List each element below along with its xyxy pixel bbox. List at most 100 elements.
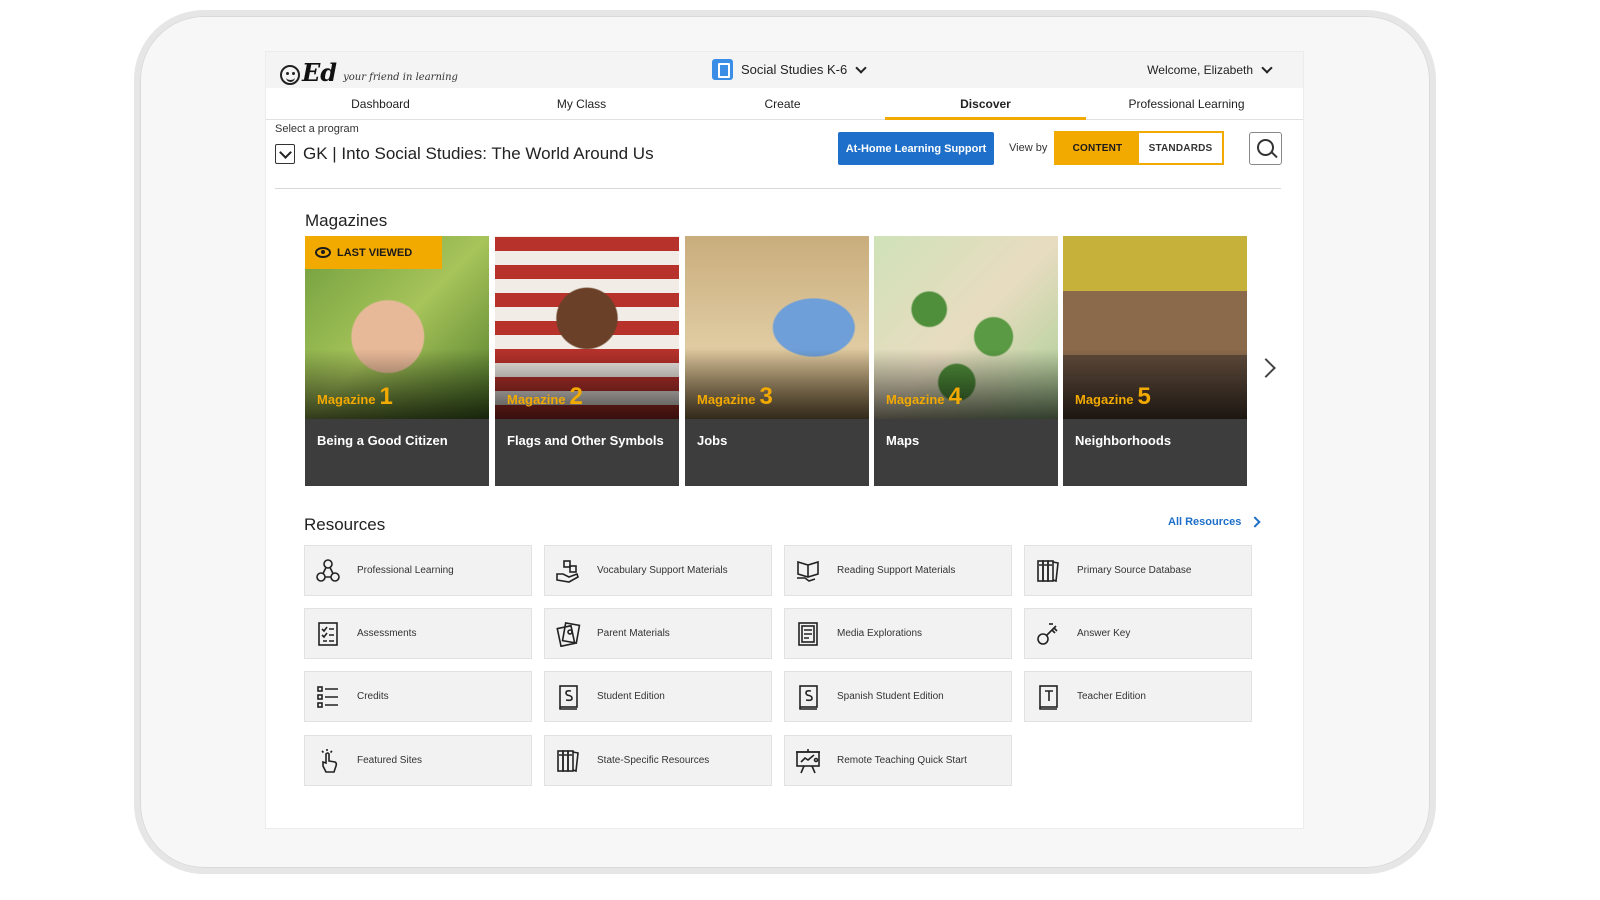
resource-tile-state-specific[interactable]: State-Specific Resources: [544, 735, 772, 786]
tab-create[interactable]: Create: [682, 88, 883, 120]
divider: [275, 188, 1281, 189]
eye-icon: [315, 247, 331, 258]
program-dropdown[interactable]: GK | Into Social Studies: The World Arou…: [275, 144, 654, 164]
magazine-title: Being a Good Citizen: [317, 433, 448, 448]
tab-discover[interactable]: Discover: [885, 88, 1086, 120]
search-button[interactable]: [1249, 132, 1282, 165]
magazine-card[interactable]: Magazine 5 Neighborhoods: [1063, 236, 1247, 486]
resource-label: Featured Sites: [357, 755, 423, 766]
tab-my-class[interactable]: My Class: [481, 88, 682, 120]
magazine-title: Flags and Other Symbols: [507, 433, 664, 448]
magazine-number: 2: [569, 383, 583, 410]
resource-label: Remote Teaching Quick Start: [837, 755, 967, 766]
resource-label: Credits: [357, 691, 389, 702]
resource-tile-featured-sites[interactable]: Featured Sites: [304, 735, 532, 786]
subject-book-icon: [712, 59, 733, 80]
resource-tile-teacher-edition[interactable]: Teacher Edition: [1024, 671, 1252, 722]
hand-blocks-icon: [556, 559, 579, 583]
book-t-icon: [1039, 684, 1058, 710]
tab-dashboard[interactable]: Dashboard: [280, 88, 481, 120]
magazine-word: Magazine: [507, 392, 566, 407]
user-menu[interactable]: Welcome, Elizabeth: [1147, 62, 1273, 77]
key-icon: [1037, 622, 1058, 645]
smiley-logo-icon: [280, 65, 300, 85]
magazine-label: Magazine 1: [317, 383, 393, 411]
resource-tile-spanish-student-edition[interactable]: Spanish Student Edition: [784, 671, 1012, 722]
resource-label: State-Specific Resources: [597, 755, 710, 766]
all-resources-link[interactable]: All Resources: [1168, 516, 1262, 528]
welcome-text: Welcome, Elizabeth: [1147, 63, 1253, 77]
magazine-word: Magazine: [697, 392, 756, 407]
app-screen: Ed your friend in learning Social Studie…: [265, 51, 1304, 829]
resource-tile-primary-source[interactable]: Primary Source Database: [1024, 545, 1252, 596]
ed-logo[interactable]: Ed your friend in learning: [280, 57, 458, 85]
presentation-icon: [796, 748, 820, 773]
resource-tile-assessments[interactable]: Assessments: [304, 608, 532, 659]
view-standards-button[interactable]: STANDARDS: [1139, 133, 1222, 163]
tab-professional-learning[interactable]: Professional Learning: [1086, 88, 1287, 120]
resource-tile-media-explorations[interactable]: Media Explorations: [784, 608, 1012, 659]
books-icon: [1037, 559, 1059, 582]
resource-label: Parent Materials: [597, 628, 670, 639]
last-viewed-label: LAST VIEWED: [337, 246, 413, 259]
top-bar: Ed your friend in learning Social Studie…: [266, 52, 1303, 88]
all-resources-label: All Resources: [1168, 516, 1242, 528]
magazine-number: 5: [1137, 383, 1151, 410]
logo-tagline: your friend in learning: [343, 72, 458, 83]
resource-label: Assessments: [357, 628, 417, 639]
resource-label: Student Edition: [597, 691, 665, 702]
subject-selector[interactable]: Social Studies K-6: [712, 59, 867, 80]
books-icon: [557, 749, 579, 772]
resource-label: Teacher Edition: [1077, 691, 1146, 702]
magazine-label: Magazine 5: [1075, 383, 1151, 411]
magazine-number: 3: [759, 383, 773, 410]
view-content-button[interactable]: CONTENT: [1056, 133, 1139, 163]
book-s-icon: [799, 684, 818, 710]
resource-tile-remote-teaching[interactable]: Remote Teaching Quick Start: [784, 735, 1012, 786]
resource-tile-reading-support[interactable]: Reading Support Materials: [784, 545, 1012, 596]
list-icon: [317, 685, 338, 708]
resource-tile-answer-key[interactable]: Answer Key: [1024, 608, 1252, 659]
magazine-word: Magazine: [886, 392, 945, 407]
magazine-word: Magazine: [1075, 392, 1134, 407]
resource-label: Answer Key: [1077, 628, 1131, 639]
magazine-label: Magazine 4: [886, 383, 962, 411]
main-nav: Dashboard My Class Create Discover Profe…: [266, 88, 1303, 120]
resource-label: Spanish Student Edition: [837, 691, 944, 702]
last-viewed-badge: LAST VIEWED: [305, 236, 442, 269]
magazine-card[interactable]: LAST VIEWED Magazine 1 Being a Good Citiz…: [305, 236, 489, 486]
chevron-down-icon: [855, 61, 867, 74]
network-icon: [316, 558, 340, 582]
resource-label: Reading Support Materials: [837, 565, 956, 576]
magazine-title: Neighborhoods: [1075, 433, 1172, 448]
view-by-toggle: CONTENT STANDARDS: [1054, 131, 1224, 165]
magazine-label: Magazine 2: [507, 383, 583, 411]
papers-icon: [556, 621, 581, 647]
resource-label: Primary Source Database: [1077, 565, 1192, 576]
resource-tile-student-edition[interactable]: Student Edition: [544, 671, 772, 722]
magazine-title: Jobs: [697, 433, 728, 448]
magazines-heading: Magazines: [305, 211, 388, 230]
select-program-label: Select a program: [275, 123, 359, 135]
resource-tile-parent-materials[interactable]: Parent Materials: [544, 608, 772, 659]
magazine-label: Magazine 3: [697, 383, 773, 411]
open-book-hand-icon: [797, 560, 819, 582]
program-title: GK | Into Social Studies: The World Arou…: [303, 144, 654, 163]
magazine-card[interactable]: Magazine 2 Flags and Other Symbols: [495, 236, 679, 486]
chevron-right-icon: [1249, 516, 1262, 528]
logo-text: Ed: [302, 58, 338, 87]
magazine-card[interactable]: Magazine 4 Maps: [874, 236, 1058, 486]
at-home-learning-button[interactable]: At-Home Learning Support: [838, 132, 994, 165]
document-icon: [798, 621, 818, 646]
subject-label: Social Studies K-6: [741, 62, 848, 77]
book-s-icon: [559, 684, 578, 710]
chevron-right-icon[interactable]: [1256, 358, 1276, 378]
magazine-title: Maps: [886, 433, 920, 448]
magazine-card[interactable]: Magazine 3 Jobs: [685, 236, 869, 486]
resource-tile-professional-learning[interactable]: Professional Learning: [304, 545, 532, 596]
resource-label: Vocabulary Support Materials: [597, 565, 728, 576]
resource-tile-vocabulary[interactable]: Vocabulary Support Materials: [544, 545, 772, 596]
magazine-word: Magazine: [317, 392, 376, 407]
chevron-down-icon: [275, 144, 295, 164]
resource-tile-credits[interactable]: Credits: [304, 671, 532, 722]
